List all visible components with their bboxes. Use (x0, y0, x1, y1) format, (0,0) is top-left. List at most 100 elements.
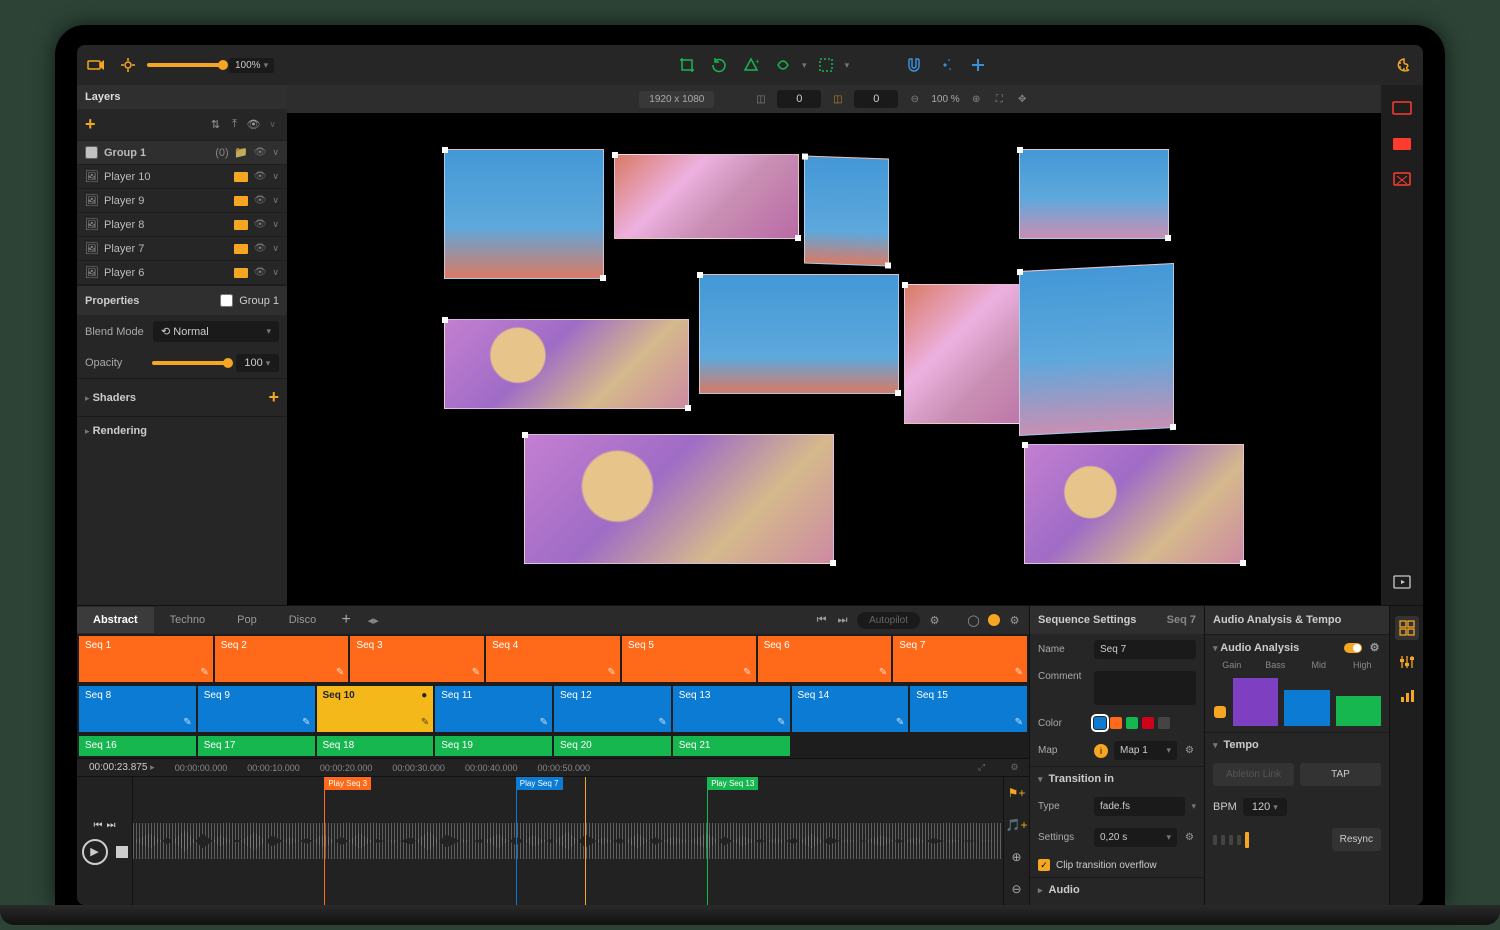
grid-x-value[interactable]: 0 (777, 90, 821, 108)
zoom-tl-in-icon[interactable]: ⊕ (1011, 850, 1021, 864)
stop-button[interactable] (116, 846, 128, 858)
tl-gear-icon[interactable]: ⚙ (1008, 761, 1021, 774)
tab-abstract[interactable]: Abstract (77, 607, 154, 633)
seq-cell[interactable]: Seq 5✎ (622, 636, 756, 682)
audio-icon[interactable]: 🎵+ (1006, 818, 1028, 832)
audio-section[interactable]: ▸Audio (1030, 877, 1204, 902)
seq-cell[interactable]: Seq 19 (435, 736, 552, 756)
magnet-icon[interactable] (901, 52, 927, 78)
expand-tl-icon[interactable]: ⤢ (975, 761, 988, 774)
skip-start-icon[interactable]: ⏮ (94, 820, 103, 831)
group-checkbox[interactable] (85, 146, 98, 159)
surface[interactable] (614, 154, 799, 239)
layer-row[interactable]: 🖼Player 10👁∨ (77, 165, 287, 189)
analysis-gear-icon[interactable]: ⚙ (1368, 641, 1381, 654)
opacity-slider[interactable] (152, 361, 228, 365)
transition-gear-icon[interactable]: ⚙ (1183, 831, 1196, 844)
seq-cell[interactable]: Seq 15✎ (910, 686, 1027, 732)
layer-row[interactable]: 🖼Player 7👁∨ (77, 237, 287, 261)
seq-cell[interactable]: Seq 18 (317, 736, 434, 756)
ableton-link-button[interactable]: Ableton Link (1213, 763, 1294, 786)
bounds-icon[interactable] (813, 52, 839, 78)
filter-icon[interactable]: ⇅ (209, 118, 222, 131)
seq-color-picker[interactable] (1094, 717, 1170, 729)
play-button[interactable]: ▶ (82, 839, 108, 865)
grid-y-value[interactable]: 0 (854, 90, 898, 108)
fit-icon[interactable]: ⛶ (993, 93, 1006, 106)
map-info-icon[interactable]: i (1094, 744, 1108, 758)
prev-icon[interactable]: ⏮ (815, 614, 828, 627)
flag-icon[interactable]: ⚑+ (1008, 786, 1026, 800)
tab-nav[interactable]: ◂▸ (360, 607, 386, 633)
grid-y-icon[interactable]: ◫ (831, 93, 844, 106)
blend-mode-dropdown[interactable]: ⟲ Normal▾ (153, 321, 279, 342)
brightness-value[interactable]: 100%▾ (229, 58, 274, 73)
shaders-section[interactable]: ▸ Shaders+ (77, 378, 287, 416)
marker-play-seq-3[interactable]: Play Seq 3 (324, 777, 325, 905)
seq-cell[interactable]: Seq 2✎ (215, 636, 349, 682)
seq-cell-active[interactable]: Seq 10●✎ (317, 686, 434, 732)
record-icon[interactable] (988, 614, 1000, 626)
sparkle-icon[interactable] (933, 52, 959, 78)
opacity-value[interactable]: 100 ▾ (236, 354, 279, 372)
mask-icon[interactable] (770, 52, 796, 78)
seq-cell[interactable]: Seq 13✎ (673, 686, 790, 732)
seq-cell[interactable]: Seq 7✎ (893, 636, 1027, 682)
skip-end-icon[interactable]: ⏭ (107, 820, 116, 831)
rendering-section[interactable]: ▸ Rendering (77, 416, 287, 445)
tab-disco[interactable]: Disco (273, 607, 333, 633)
seq-cell[interactable]: Seq 1✎ (79, 636, 213, 682)
layer-row[interactable]: 🖼Player 9👁∨ (77, 189, 287, 213)
palette-icon[interactable] (1391, 52, 1417, 78)
seq-comment-input[interactable] (1094, 671, 1196, 705)
analysis-toggle[interactable] (1344, 643, 1362, 653)
seq-cell[interactable]: Seq 8✎ (79, 686, 196, 732)
seq-cell[interactable]: Seq 21 (673, 736, 790, 756)
layer-color[interactable] (234, 172, 248, 182)
seq-cell[interactable]: Seq 11✎ (435, 686, 552, 732)
add-icon[interactable] (965, 52, 991, 78)
seq-cell[interactable]: Seq 20 (554, 736, 671, 756)
playhead[interactable] (585, 777, 586, 905)
seq-cell[interactable]: Seq 12✎ (554, 686, 671, 732)
mixer-icon[interactable] (1395, 650, 1419, 674)
seq-cell[interactable]: Seq 9✎ (198, 686, 315, 732)
collapse-icon[interactable]: ∨ (266, 118, 279, 131)
expand-icon[interactable]: ∨ (272, 147, 279, 158)
grid-x-icon[interactable]: ◫ (754, 93, 767, 106)
seq-cell[interactable]: Seq 14✎ (792, 686, 909, 732)
surface[interactable] (524, 434, 834, 564)
zoom-out-icon[interactable]: ⊖ (908, 93, 921, 106)
seq-cell[interactable]: Seq 4✎ (486, 636, 620, 682)
record-outline-icon[interactable]: ◯ (967, 614, 980, 627)
seq-name-input[interactable]: Seq 7 (1094, 640, 1196, 659)
surface[interactable] (699, 274, 899, 394)
map-gear-icon[interactable]: ⚙ (1183, 744, 1196, 757)
marker-play-seq-13[interactable]: Play Seq 13 (707, 777, 708, 905)
canvas[interactable] (287, 113, 1381, 605)
grid-view-icon[interactable] (1395, 616, 1419, 640)
props-group-checkbox[interactable] (220, 294, 233, 307)
surface[interactable] (1024, 444, 1244, 564)
waveform-track[interactable]: Play Seq 3 Play Seq 7 Play Seq 13 (133, 777, 1003, 905)
levels-icon[interactable] (1395, 684, 1419, 708)
sort-icon[interactable]: ⤒ (228, 118, 241, 131)
next-icon[interactable]: ⏭ (836, 614, 849, 627)
screen-fill-icon[interactable] (1389, 131, 1415, 157)
tab-techno[interactable]: Techno (154, 607, 221, 633)
map-dropdown[interactable]: Map 1▾ (1114, 741, 1177, 760)
eye-icon[interactable]: 👁 (254, 147, 267, 158)
zoom-tl-out-icon[interactable]: ⊖ (1011, 882, 1021, 896)
screen-outline-icon[interactable] (1389, 95, 1415, 121)
transition-type[interactable]: fade.fs (1094, 797, 1185, 816)
pan-icon[interactable]: ✥ (1016, 93, 1029, 106)
layer-group[interactable]: Group 1 (0) 📁 👁∨ (77, 141, 287, 165)
crop-icon[interactable] (674, 52, 700, 78)
seq-cell[interactable]: Seq 17 (198, 736, 315, 756)
projector-icon[interactable] (83, 52, 109, 78)
mapping-icon[interactable] (1389, 167, 1415, 193)
surface[interactable] (804, 156, 889, 267)
gear-icon[interactable]: ⚙ (928, 614, 941, 627)
marker-play-seq-7[interactable]: Play Seq 7 (516, 777, 517, 905)
visibility-bulk-icon[interactable]: 👁 (247, 118, 260, 131)
